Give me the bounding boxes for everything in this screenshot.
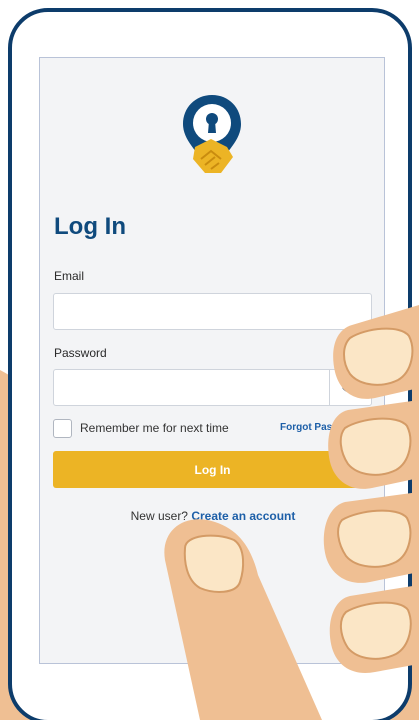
create-account-link[interactable]: Create an account xyxy=(191,509,295,523)
login-screen: Log In Email Password Remember me for ne… xyxy=(39,57,385,664)
forgot-password-link[interactable]: Forgot Pas xyxy=(280,422,332,433)
page-title: Log In xyxy=(54,213,126,240)
new-user-text: New user? xyxy=(130,509,188,523)
password-label: Password xyxy=(54,346,107,360)
login-button[interactable]: Log In xyxy=(53,451,372,488)
remember-me-checkbox[interactable] xyxy=(53,419,72,438)
email-label: Email xyxy=(54,269,85,283)
signup-prompt: New user? Create an account xyxy=(40,509,386,523)
show-password-button[interactable] xyxy=(329,369,372,406)
email-field[interactable] xyxy=(53,293,372,330)
password-field[interactable] xyxy=(53,369,372,406)
remember-me-label: Remember me for next time xyxy=(80,421,229,435)
keyhole-handshake-pin-icon xyxy=(183,95,241,173)
eye-icon xyxy=(342,383,360,392)
